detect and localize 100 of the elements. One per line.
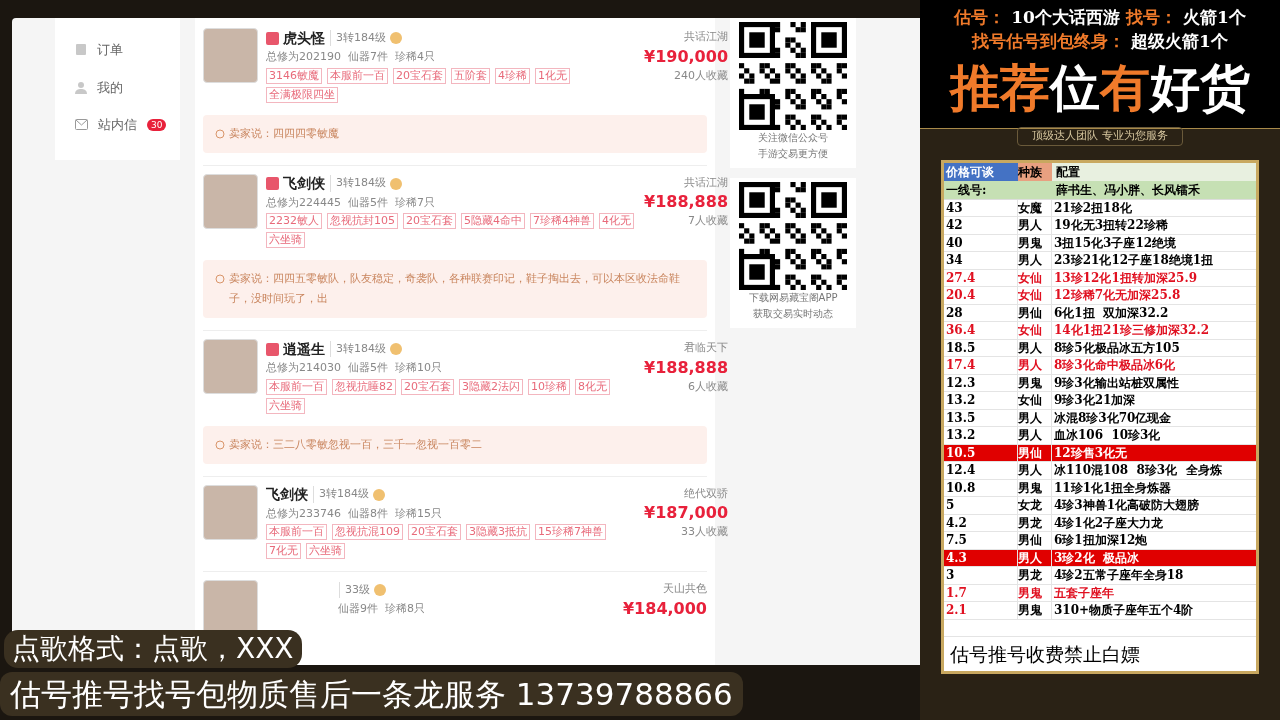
price-cell: 27.4 [944, 269, 1018, 286]
service-caption: 估号推号找号包物质售后一条龙服务 13739788866 [0, 672, 743, 716]
attribute-tag: 六坐骑 [266, 232, 305, 248]
price-cell: 20.4 [944, 287, 1018, 304]
promo-text: 10个大话西游 [1011, 6, 1120, 29]
price-cell: 42 [944, 217, 1018, 234]
attribute-tag: 本服前一百 [266, 524, 327, 540]
attribute-tag: 3隐藏2法闪 [459, 378, 523, 395]
character-name[interactable]: 飞剑侠 [266, 484, 308, 505]
config-cell-text: 冰110混108 8珍3化 全身炼 [1053, 462, 1223, 479]
server-name: 共话江湖 [684, 29, 728, 45]
price-cell: 40 [944, 234, 1018, 251]
price-cell: 36.4 [944, 322, 1018, 339]
race-cell: 男鬼 [1018, 374, 1052, 391]
attribute-tag: 7珍稀4神兽 [530, 213, 594, 229]
config-cell-text: 冰混8珍3化70亿现金 [1053, 409, 1173, 426]
server-name: 君临天下 [684, 340, 728, 356]
config-cell-text: 9珍3化输出站桩双属性 [1053, 374, 1180, 391]
character-level: 3转184级 [330, 340, 386, 358]
promo-headline: 推荐 [950, 58, 1050, 119]
attribute-tag: 7化无 [266, 543, 301, 559]
attribute-tag: 六坐骑 [266, 397, 305, 414]
race-cell: 男人 [1018, 252, 1052, 269]
price-cell: 12.4 [944, 462, 1018, 479]
price-cell: 1.7 [944, 584, 1018, 601]
attribute-tag: 本服前一百 [266, 378, 327, 395]
price: ¥187,000 [644, 503, 728, 523]
attribute-tag: 忽视抗封105 [327, 213, 398, 229]
table-cell-text: 一线号: [945, 181, 988, 199]
attribute-tag: 20宝石套 [408, 524, 461, 540]
attribute-tag: 2232敏人 [266, 213, 322, 229]
attribute-tag: 全满极限四坐 [266, 86, 338, 103]
config-cell-text: 12珍售3化无 [1053, 444, 1129, 461]
qr-code-icon [739, 22, 847, 130]
qr-caption: 获取交易实时动态 [753, 307, 833, 321]
attribute-tag: 忽视抗睡82 [332, 378, 396, 395]
attribute-tag: 8化无 [575, 378, 610, 395]
favorites-count: 33人收藏 [681, 524, 728, 540]
price-cell: 3 [944, 567, 1018, 584]
favorites-count: 240人收藏 [674, 67, 728, 84]
server-name: 天山共色 [663, 581, 707, 597]
config-cell-text: 血冰106 10珍3化 [1053, 427, 1162, 444]
sidebar-item[interactable]: 我的 [75, 77, 180, 97]
price-cell: 12.3 [944, 374, 1018, 391]
character-name[interactable]: 虎头怪 [283, 27, 325, 49]
race-cell: 男鬼 [1018, 584, 1052, 601]
price-cell: 43 [944, 199, 1018, 216]
mail-icon [75, 119, 88, 131]
price-cell: 7.5 [944, 532, 1018, 549]
config-cell-text: 3扭15化3子座12绝境 [1053, 234, 1178, 251]
price: ¥190,000 [644, 46, 728, 67]
race-cell: 男仙 [1018, 532, 1052, 549]
config-cell-text: 4珍3神兽1化高破防大翅膀 [1053, 497, 1201, 514]
attribute-tag: 忽视抗混109 [332, 524, 403, 540]
price-cell: 13.5 [944, 409, 1018, 426]
favorites-count: 6人收藏 [688, 378, 728, 395]
race-cell: 女仙 [1018, 269, 1052, 286]
qr-code-icon [739, 182, 847, 290]
race-cell: 男人 [1018, 357, 1052, 374]
user-icon [75, 80, 87, 94]
config-cell-text: 8珍3化命中极品冰6化 [1053, 357, 1177, 374]
character-stats: 总修为214030 仙器5件 珍稀10只 [266, 360, 443, 376]
price-cell: 17.4 [944, 357, 1018, 374]
config-cell-text: 4珍1化2子座大力龙 [1053, 514, 1165, 531]
attribute-tag: 5隐藏4命中 [461, 213, 525, 229]
character-stats: 总修为202190 仙器7件 珍稀4只 [266, 49, 436, 65]
race-cell: 男人 [1018, 462, 1052, 479]
character-name[interactable]: 飞剑侠 [283, 173, 325, 194]
race-cell: 男龙 [1018, 567, 1052, 584]
config-cell-text: 9珍3化21加深 [1053, 392, 1137, 409]
config-cell-text: 310+物质子座年五个4阶 [1053, 602, 1195, 619]
attribute-tag: 10珍稀 [528, 378, 570, 395]
sidebar-item[interactable]: 订单 [75, 40, 180, 60]
promo-text: 估号： [954, 6, 1006, 29]
sidebar-item[interactable]: 站内信 30 [75, 115, 180, 135]
price: ¥188,888 [644, 192, 728, 212]
config-cell-text: 14化1扭21珍三修加深32.2 [1053, 322, 1210, 339]
race-cell: 男仙 [1018, 304, 1052, 321]
config-cell-text: 4珍2五常子座年全身18 [1053, 567, 1185, 584]
config-cell-text: 6珍1扭加深12炮 [1053, 532, 1149, 549]
qr-caption: 下载网易藏宝阁APP [748, 291, 838, 305]
config-cell-text: 12珍稀7化无加深25.8 [1053, 287, 1182, 304]
seller-note: 卖家说：三二八零敏忽视一百，三千一忽视一百零二 [203, 425, 707, 464]
race-cell: 女龙 [1018, 497, 1052, 514]
race-cell: 女仙 [1018, 322, 1052, 339]
race-cell: 女魔 [1018, 199, 1052, 216]
header-cell: 价格可谈 [944, 162, 1018, 181]
promo-headline: 有 [1100, 58, 1150, 119]
avatar-placeholder [203, 28, 258, 83]
price-cell: 18.5 [944, 339, 1018, 356]
character-name[interactable]: 逍遥生 [283, 338, 325, 360]
character-level: 33级 [339, 581, 370, 599]
promo-text: 找号估号到包终身： [972, 30, 1126, 53]
character-stats: 仙器9件 珍稀8只 [338, 601, 426, 617]
attribute-tag: 20宝石套 [393, 67, 446, 84]
server-name: 绝代双骄 [684, 485, 728, 502]
attribute-tag: 4化无 [599, 213, 634, 229]
attribute-tag: 20宝石套 [401, 378, 454, 395]
attribute-tag: 4珍稀 [495, 67, 530, 84]
server-name: 共话江湖 [684, 174, 728, 191]
